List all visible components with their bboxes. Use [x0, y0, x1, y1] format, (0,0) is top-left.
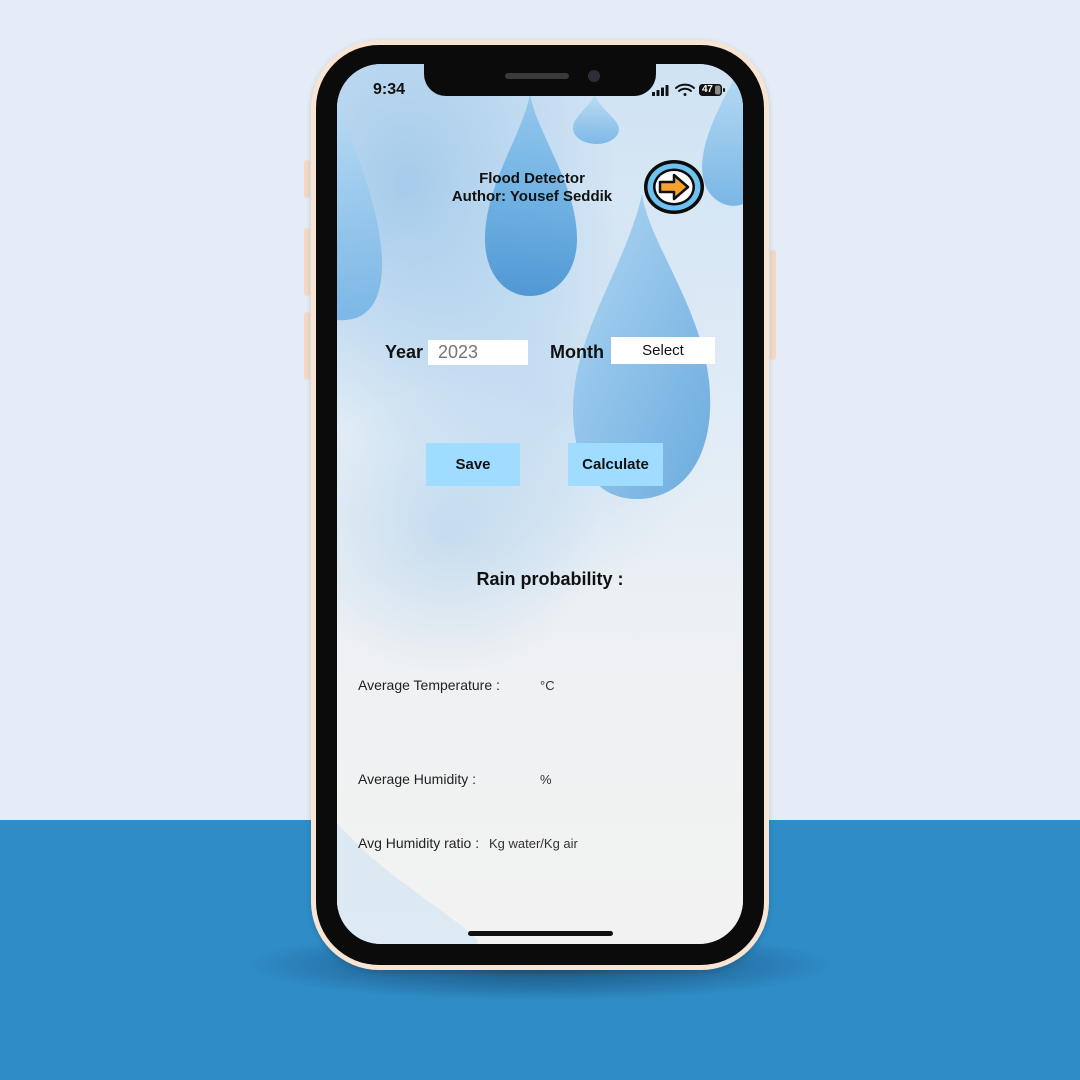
avg-temperature-label: Average Temperature : — [358, 677, 500, 693]
rain-probability-label: Rain probability : — [476, 569, 624, 589]
save-button[interactable]: Save — [426, 443, 520, 486]
raindrop-small — [573, 94, 619, 144]
avg-humidity-ratio-label: Avg Humidity ratio : — [358, 835, 480, 851]
year-label: Year — [385, 342, 424, 362]
avg-humidity-label: Average Humidity : — [358, 771, 477, 787]
month-label: Month — [550, 342, 604, 362]
front-camera — [588, 70, 600, 82]
avg-temperature-unit: °C — [540, 678, 555, 693]
volume-up-button — [304, 228, 310, 296]
next-page-button[interactable] — [643, 159, 705, 215]
year-input[interactable] — [428, 340, 528, 365]
signal-icon — [652, 85, 669, 96]
volume-down-button — [304, 312, 310, 380]
app-title: Flood Detector — [479, 170, 585, 187]
calculate-button[interactable]: Calculate — [568, 443, 663, 486]
home-indicator — [468, 931, 613, 936]
battery-percentage: 47 — [702, 84, 713, 95]
power-button — [770, 250, 776, 360]
month-select[interactable]: Select — [611, 337, 715, 364]
status-time: 9:34 — [373, 81, 406, 98]
avg-humidity-unit: % — [540, 772, 552, 787]
wifi-icon — [675, 83, 695, 96]
status-icons — [652, 83, 725, 96]
phone-notch — [424, 62, 656, 96]
app-title-block: Flood Detector Author: Yousef Seddik — [432, 170, 632, 206]
earpiece-speaker — [505, 73, 569, 79]
mute-switch — [304, 160, 310, 198]
presentation-stage: 9:34 47 Flood Detector Author: Yousef Se… — [0, 0, 1080, 1080]
raindrop-left — [337, 104, 382, 321]
avg-humidity-ratio-unit: Kg water/Kg air — [489, 836, 578, 851]
app-author: Author: Yousef Seddik — [451, 188, 613, 205]
